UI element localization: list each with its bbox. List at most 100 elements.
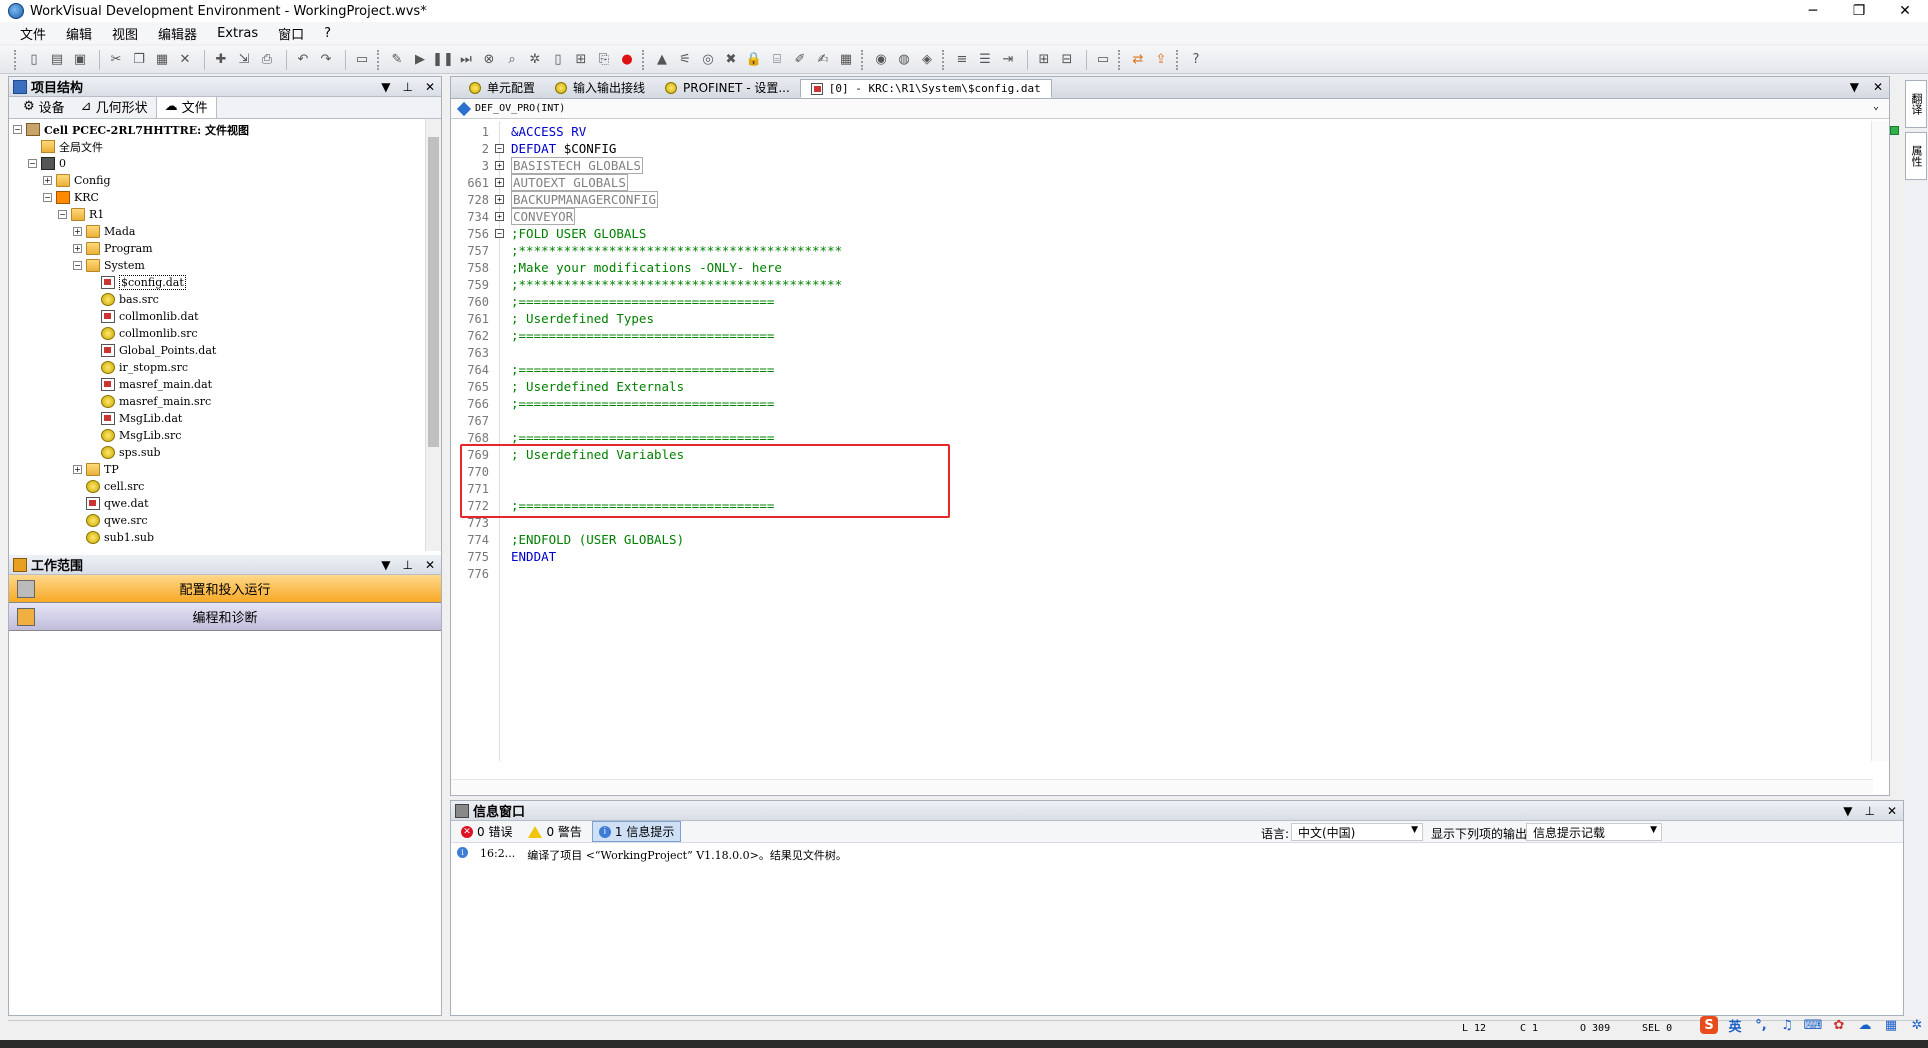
globe-icon[interactable]: ◍ bbox=[894, 50, 914, 70]
tabs-dropdown-icon[interactable]: ▼ bbox=[1850, 80, 1859, 94]
menu-item[interactable]: 文件 bbox=[10, 24, 56, 43]
arrow-up-icon[interactable]: ▲ bbox=[652, 50, 672, 70]
new-file-icon[interactable]: ▯ bbox=[24, 50, 44, 70]
add-icon[interactable]: ✚ bbox=[211, 50, 231, 70]
shield-icon[interactable]: ◈ bbox=[917, 50, 937, 70]
step-icon[interactable]: ⏭ bbox=[456, 50, 476, 70]
lock-icon[interactable]: 🔒 bbox=[744, 50, 764, 70]
target-icon[interactable]: ◎ bbox=[698, 50, 718, 70]
tree-node[interactable]: sub1.sub bbox=[73, 529, 154, 546]
infos-filter-button[interactable]: i 1 信息提示 bbox=[591, 821, 682, 842]
workscope-pin-icon[interactable]: ⊥ bbox=[402, 558, 412, 572]
cut-icon[interactable]: ✂ bbox=[106, 50, 126, 70]
code-line[interactable]: 758 ;Make your modifications -ONLY- here bbox=[451, 259, 782, 276]
code-line[interactable]: 763 bbox=[451, 344, 511, 361]
notes-icon[interactable]: ✍ bbox=[813, 50, 833, 70]
tree-node[interactable]: MsgLib.dat bbox=[88, 410, 182, 427]
tab-files[interactable]: ☁ 文件 bbox=[155, 94, 217, 118]
tree-node[interactable]: − KRC bbox=[43, 189, 99, 206]
network-icon[interactable]: ⊞ bbox=[571, 50, 591, 70]
menu-item[interactable]: 编辑 bbox=[56, 24, 102, 43]
copy-icon[interactable]: ❐ bbox=[129, 50, 149, 70]
tree-node[interactable]: 全局文件 bbox=[28, 138, 103, 155]
info-close-icon[interactable]: ✕ bbox=[1887, 804, 1897, 818]
fold-expand-icon[interactable]: + bbox=[495, 178, 504, 187]
code-line[interactable]: 756− ;FOLD USER GLOBALS bbox=[451, 225, 646, 242]
disc-icon[interactable]: ◉ bbox=[871, 50, 891, 70]
microphone-icon[interactable]: ♫ bbox=[1778, 1016, 1796, 1034]
code-line[interactable]: 757 ;************************************… bbox=[451, 242, 842, 259]
undo-icon[interactable]: ↶ bbox=[293, 50, 313, 70]
tree-node[interactable]: qwe.src bbox=[73, 512, 148, 529]
fold-expand-icon[interactable]: + bbox=[495, 161, 504, 170]
config-commissioning-button[interactable]: 配置和投入运行 bbox=[9, 575, 441, 603]
stop-icon[interactable]: ⊗ bbox=[479, 50, 499, 70]
tree-node[interactable]: collmonlib.dat bbox=[88, 308, 199, 325]
translate-dock-tab[interactable]: 翻译 bbox=[1905, 80, 1927, 128]
workscope-menu-icon[interactable]: ▼ bbox=[381, 558, 390, 572]
skin-icon[interactable]: ✿ bbox=[1830, 1016, 1848, 1034]
folded-section[interactable]: CONVEYOR bbox=[511, 208, 576, 225]
folded-section[interactable]: AUTOEXT GLOBALS bbox=[511, 174, 628, 191]
panel-close-icon[interactable]: ✕ bbox=[425, 80, 435, 94]
pin-icon[interactable]: ⊥ bbox=[402, 80, 412, 94]
editor-hscrollbar[interactable] bbox=[451, 779, 1873, 795]
print-icon[interactable]: ⎙ bbox=[257, 50, 277, 70]
fold-collapse-icon[interactable]: − bbox=[495, 229, 504, 238]
tree-node[interactable]: −0 bbox=[28, 155, 66, 172]
code-line[interactable]: 765 ; Userdefined Externals bbox=[451, 378, 684, 395]
close-document-icon[interactable]: ✕ bbox=[1873, 80, 1883, 94]
close-window-button[interactable]: ✕ bbox=[1882, 0, 1928, 22]
tree-node[interactable]: $config.dat bbox=[88, 274, 186, 291]
fold-expand-icon[interactable]: + bbox=[495, 212, 504, 221]
document-dropdown-icon[interactable]: ▭ bbox=[352, 50, 372, 70]
panel-menu-icon[interactable]: ▼ bbox=[381, 80, 390, 94]
code-line[interactable]: 776 bbox=[451, 565, 511, 582]
menu-item[interactable]: ? bbox=[314, 26, 341, 41]
tree-node[interactable]: sps.sub bbox=[88, 444, 161, 461]
tree-node[interactable]: cell.src bbox=[73, 478, 144, 495]
document-tab[interactable]: 单元配置 bbox=[459, 77, 545, 98]
inspect-icon[interactable]: ⌸ bbox=[767, 50, 787, 70]
collapse-icon[interactable]: − bbox=[43, 193, 52, 202]
tree-node[interactable]: − System bbox=[73, 257, 145, 274]
minimize-button[interactable]: ─ bbox=[1790, 0, 1836, 22]
folded-section[interactable]: BACKUPMANAGERCONFIG bbox=[511, 191, 658, 208]
tree-node[interactable]: masref_main.src bbox=[88, 393, 211, 410]
grid-icon[interactable]: ▦ bbox=[1882, 1016, 1900, 1034]
align-left-icon[interactable]: ≡ bbox=[952, 50, 972, 70]
import-icon[interactable]: ⇲ bbox=[234, 50, 254, 70]
code-line[interactable]: 661 + AUTOEXT GLOBALS bbox=[451, 174, 628, 191]
tree-node[interactable]: Global_Points.dat bbox=[88, 342, 216, 359]
errors-filter-button[interactable]: ✕ 0 错误 bbox=[455, 822, 518, 841]
package-icon[interactable]: ▦ bbox=[836, 50, 856, 70]
help-icon[interactable]: ? bbox=[1186, 50, 1206, 70]
code-line[interactable]: 3 + BASISTECH GLOBALS bbox=[451, 157, 643, 174]
delete-icon[interactable]: ✕ bbox=[175, 50, 195, 70]
workscope-close-icon[interactable]: ✕ bbox=[425, 558, 435, 572]
programming-diagnosis-button[interactable]: 编程和诊断 bbox=[9, 603, 441, 631]
tree-node[interactable]: collmonlib.src bbox=[88, 325, 198, 342]
tree-node[interactable]: + Config bbox=[43, 172, 111, 189]
expand-icon[interactable]: + bbox=[43, 176, 52, 185]
tree-node[interactable]: + Program bbox=[73, 240, 153, 257]
output-select[interactable]: 信息提示记载 ▼ bbox=[1526, 823, 1662, 841]
keyboard-icon[interactable]: ⌨ bbox=[1804, 1016, 1823, 1034]
tree-node[interactable]: − R1 bbox=[58, 206, 104, 223]
menu-item[interactable]: 窗口 bbox=[268, 24, 314, 43]
message-row[interactable]: i 16:2... 编译了项目 <“WorkingProject” V1.18.… bbox=[451, 843, 1903, 867]
fold-collapse-icon[interactable]: − bbox=[495, 144, 504, 153]
code-line[interactable]: 766 ;================================== bbox=[451, 395, 774, 412]
filter-icon[interactable]: ⚟ bbox=[675, 50, 695, 70]
tree-node[interactable]: + TP bbox=[73, 461, 119, 478]
play-icon[interactable]: ▶ bbox=[410, 50, 430, 70]
code-line[interactable]: 764 ;================================== bbox=[451, 361, 774, 378]
collapse-icon[interactable]: − bbox=[58, 210, 67, 219]
tab-geometry[interactable]: ⊿ 几何形状 bbox=[73, 95, 156, 118]
zoom-icon[interactable]: ⌕ bbox=[502, 50, 522, 70]
document-tab[interactable]: 输入输出接线 bbox=[545, 77, 655, 98]
page-icon[interactable]: ▯ bbox=[548, 50, 568, 70]
deploy-icon[interactable]: ⇪ bbox=[1151, 50, 1171, 70]
pen-icon[interactable]: ✎ bbox=[387, 50, 407, 70]
collapse-icon[interactable]: − bbox=[13, 125, 22, 134]
